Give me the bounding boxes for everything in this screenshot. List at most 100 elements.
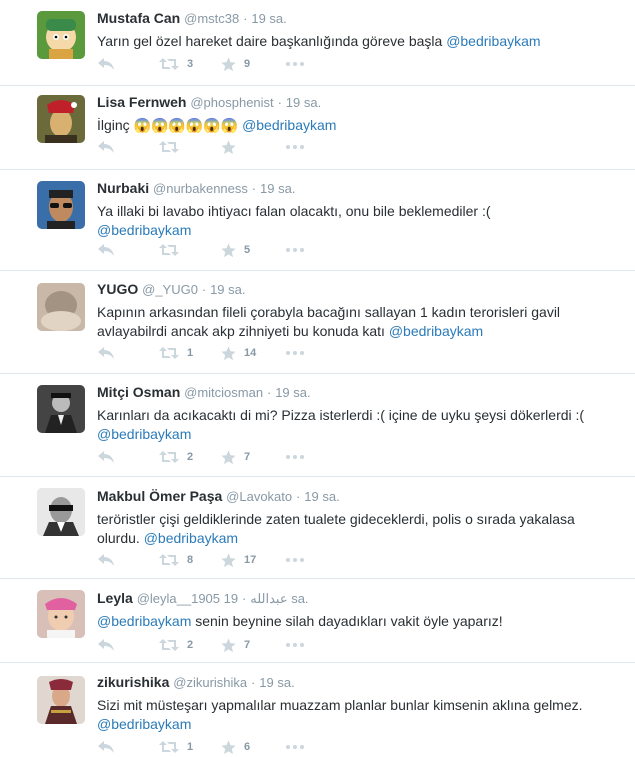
portrait-avatar-icon[interactable] (37, 95, 85, 143)
author-username[interactable]: @leyla__1905 عبدالله (137, 591, 288, 606)
author-username[interactable]: @_YUG0 (142, 282, 198, 297)
author-name[interactable]: YUGO (97, 281, 138, 297)
more-options-button[interactable] (286, 248, 304, 252)
reply-button[interactable] (97, 450, 159, 464)
reply-button[interactable] (97, 140, 159, 154)
reply-button[interactable] (97, 346, 159, 360)
tweet-timestamp[interactable]: 19 sa. (260, 181, 295, 196)
reply-button[interactable] (97, 57, 159, 71)
author-username[interactable]: @phosphenist (190, 95, 273, 110)
more-options-button[interactable] (286, 145, 304, 149)
author-username[interactable]: @mitciosman (184, 385, 263, 400)
retweet-button[interactable]: 2 (159, 638, 221, 652)
favorite-button[interactable]: 6 (221, 739, 283, 755)
mention-link[interactable]: @bedribaykam (97, 613, 191, 629)
more-dot (293, 351, 297, 355)
tweet-item[interactable]: Leyla @leyla__1905 عبدالله · 19 sa. @bed… (0, 579, 635, 663)
separator-dot: · (296, 489, 301, 504)
more-dot (286, 745, 290, 749)
more-options-button[interactable] (286, 558, 304, 562)
author-name[interactable]: Leyla (97, 590, 133, 606)
more-options-button[interactable] (286, 745, 304, 749)
star-icon (221, 637, 236, 652)
more-dot (286, 248, 290, 252)
mention-link[interactable]: @bedribaykam (97, 222, 191, 238)
author-name[interactable]: Lisa Fernweh (97, 94, 186, 110)
retweet-button[interactable]: 1 (159, 346, 221, 360)
author-username[interactable]: @nurbakenness (153, 181, 248, 196)
retweet-icon (159, 141, 179, 153)
reply-button[interactable] (97, 553, 159, 567)
author-username[interactable]: @zikurishika (173, 675, 247, 690)
more-dot (300, 455, 304, 459)
retweet-button[interactable]: 1 (159, 740, 221, 754)
tweet-timestamp[interactable]: 19 sa. (304, 489, 339, 504)
tweet-timestamp[interactable]: 19 sa. (210, 282, 245, 297)
tweet-item[interactable]: Lisa Fernweh @phosphenist · 19 sa. İlgin… (0, 86, 635, 170)
tweet-timestamp[interactable]: 19 sa. (286, 95, 321, 110)
mention-link[interactable]: @bedribaykam (97, 426, 191, 442)
mention-link[interactable]: @bedribaykam (144, 530, 238, 546)
author-name[interactable]: Mitçi Osman (97, 384, 180, 400)
reply-button[interactable] (97, 638, 159, 652)
retweet-button[interactable]: 2 (159, 450, 221, 464)
favorite-button[interactable]: 5 (221, 242, 283, 258)
tweet-item[interactable]: YUGO @_YUG0 · 19 sa. Kapının arkasından … (0, 271, 635, 374)
more-dot (300, 62, 304, 66)
mention-link[interactable]: @bedribaykam (242, 117, 336, 133)
reply-button[interactable] (97, 740, 159, 754)
tweet-item[interactable]: zikurishika @zikurishika · 19 sa. Sizi m… (0, 663, 635, 756)
more-dot (293, 745, 297, 749)
cartoon-avatar-icon[interactable] (37, 11, 85, 59)
favorite-button[interactable]: 7 (221, 449, 283, 465)
mention-link[interactable]: @bedribaykam (446, 33, 540, 49)
reply-button[interactable] (97, 243, 159, 257)
author-username[interactable]: @Lavokato (226, 489, 292, 504)
author-name[interactable]: Makbul Ömer Paşa (97, 488, 222, 504)
tweet-item[interactable]: Makbul Ömer Paşa @Lavokato · 19 sa. terö… (0, 477, 635, 579)
tweet-text-part: senin beynine silah dayadıkları vakit öy… (191, 613, 503, 629)
mention-link[interactable]: @bedribaykam (97, 716, 191, 732)
more-options-button[interactable] (286, 643, 304, 647)
more-dot (286, 145, 290, 149)
author-username[interactable]: @mstc38 (184, 11, 239, 26)
retweet-button[interactable] (159, 140, 221, 154)
favorite-button[interactable]: 9 (221, 56, 283, 72)
sunglasses-avatar-icon[interactable] (37, 181, 85, 229)
favorite-button[interactable]: 17 (221, 552, 283, 568)
tweet-item[interactable]: Mitçi Osman @mitciosman · 19 sa. Karınla… (0, 374, 635, 477)
tweet-text: Yarın gel özel hareket daire başkanlığın… (97, 32, 617, 51)
bw-portrait-avatar-icon[interactable] (37, 385, 85, 433)
tweet-item[interactable]: Mustafa Can @mstc38 · 19 sa. Yarın gel ö… (0, 0, 635, 86)
author-name[interactable]: Mustafa Can (97, 10, 180, 26)
favorite-button[interactable]: 7 (221, 637, 283, 653)
retweet-button[interactable]: 8 (159, 553, 221, 567)
costume-avatar-icon[interactable] (37, 676, 85, 724)
reply-icon (98, 741, 114, 753)
retweet-button[interactable]: 3 (159, 57, 221, 71)
retweet-icon (159, 244, 179, 256)
author-name[interactable]: Nurbaki (97, 180, 149, 196)
favorite-button[interactable]: 14 (221, 345, 283, 361)
more-dot (293, 248, 297, 252)
author-name[interactable]: zikurishika (97, 674, 169, 690)
tweet-timestamp[interactable]: 19 sa. (251, 11, 286, 26)
retweet-count: 8 (187, 554, 194, 566)
masked-avatar-icon[interactable] (37, 488, 85, 536)
more-options-button[interactable] (286, 351, 304, 355)
retweet-count: 2 (187, 639, 194, 651)
more-options-button[interactable] (286, 455, 304, 459)
tweet-actions: 2 7 (97, 447, 304, 467)
retweet-button[interactable] (159, 243, 221, 257)
child-avatar-icon[interactable] (37, 590, 85, 638)
favorite-button[interactable] (221, 139, 283, 155)
tweet-timestamp[interactable]: 19 sa. (259, 675, 294, 690)
mention-link[interactable]: @bedribaykam (389, 323, 483, 339)
tweet-text-part: Sizi mit müsteşarı yapmalılar muazzam pl… (97, 697, 583, 713)
more-options-button[interactable] (286, 62, 304, 66)
tweet-item[interactable]: Nurbaki @nurbakenness · 19 sa. Ya illaki… (0, 170, 635, 271)
tweet-text: teröristler çişi geldiklerinde zaten tua… (97, 510, 617, 548)
more-dot (300, 145, 304, 149)
tweet-timestamp[interactable]: 19 sa. (275, 385, 310, 400)
blurred-avatar-icon[interactable] (37, 283, 85, 331)
